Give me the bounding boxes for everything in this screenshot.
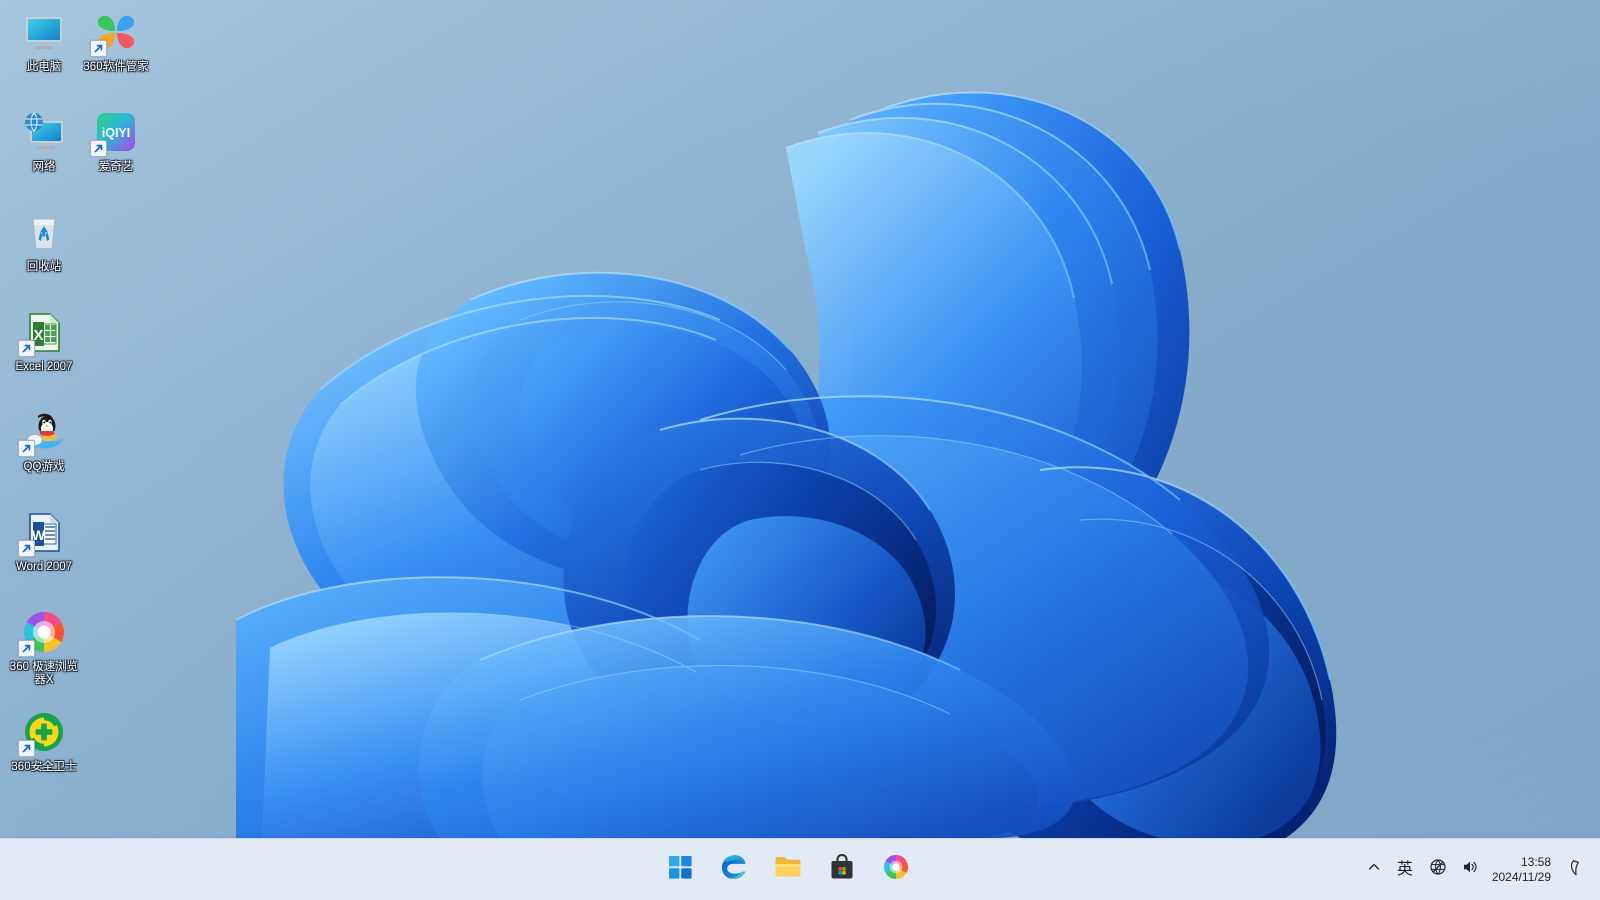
desktop-icon-label: 360 极速浏览器X: [9, 661, 79, 686]
desktop-icon-label: 360安全卫士: [11, 761, 77, 773]
edge-icon: [720, 853, 748, 886]
network-icon: [20, 108, 68, 156]
moon-icon: [1565, 859, 1582, 881]
globe-no-internet-icon: [1429, 858, 1447, 881]
360-browser-taskbar-button[interactable]: [876, 850, 916, 890]
desktop-icon-label: Word 2007: [15, 561, 73, 573]
desktop[interactable]: 此电脑 360软件管家 网络 iQIYI 爱奇艺 回收站 X Excel 200…: [0, 0, 1600, 900]
desktop-icon-label: 回收站: [26, 261, 62, 273]
speaker-icon: [1461, 858, 1479, 881]
taskbar-pinned-apps[interactable]: [660, 839, 916, 900]
360-safeguard-icon: [18, 708, 68, 757]
shortcut-overlay-icon: [90, 140, 107, 157]
desktop-icon-iqiyi[interactable]: iQIYI 爱奇艺: [78, 108, 154, 174]
edge-button[interactable]: [714, 850, 754, 890]
desktop-icon-grid[interactable]: 此电脑 360软件管家 网络 iQIYI 爱奇艺 回收站 X Excel 200…: [0, 0, 1600, 838]
system-tray[interactable]: 英 13:58 2024/11/29: [1360, 839, 1600, 900]
tray-overflow-button[interactable]: [1360, 850, 1388, 890]
desktop-icon-360-software-manager[interactable]: 360软件管家: [78, 8, 154, 74]
file-explorer-button[interactable]: [768, 850, 808, 890]
shortcut-overlay-icon: [90, 40, 107, 57]
shortcut-overlay-icon: [18, 740, 35, 757]
shortcut-overlay-icon: [18, 540, 35, 557]
360-browser-x-icon: [18, 608, 68, 657]
this-pc-icon: [20, 8, 68, 56]
desktop-icon-360-safeguard[interactable]: 360安全卫士: [6, 708, 82, 774]
shortcut-overlay-icon: [18, 440, 35, 457]
ime-indicator: 英: [1396, 860, 1413, 878]
tray-ime-button[interactable]: 英: [1388, 850, 1422, 890]
qq-games-icon: [18, 408, 68, 457]
taskbar-left-spacer: [0, 839, 660, 900]
recycle-bin-icon: [20, 208, 68, 256]
desktop-icon-label: Excel 2007: [15, 361, 73, 373]
folder-icon: [774, 854, 802, 885]
desktop-icon-label: 爱奇艺: [98, 161, 134, 173]
notification-center-button[interactable]: [1561, 850, 1590, 890]
desktop-icon-label: 此电脑: [26, 61, 62, 73]
desktop-icon-this-pc[interactable]: 此电脑: [6, 8, 82, 74]
store-icon: [829, 853, 855, 886]
desktop-icon-qq-games[interactable]: QQ游戏: [6, 408, 82, 474]
desktop-icon-excel-2007[interactable]: X Excel 2007: [6, 308, 82, 374]
taskbar[interactable]: 英 13:58 2024/11/29: [0, 838, 1600, 900]
desktop-icon-360-browser-x[interactable]: 360 极速浏览器X: [6, 608, 82, 687]
360-browser-x-icon: [883, 854, 909, 885]
tray-network-button[interactable]: [1422, 850, 1454, 890]
clock-and-date[interactable]: 13:58 2024/11/29: [1486, 850, 1561, 890]
iqiyi-icon: iQIYI: [90, 108, 140, 157]
shortcut-overlay-icon: [18, 340, 35, 357]
desktop-icon-recycle-bin[interactable]: 回收站: [6, 208, 82, 274]
desktop-icon-label: 网络: [32, 161, 56, 173]
svg-text:iQIYI: iQIYI: [102, 126, 130, 140]
microsoft-store-button[interactable]: [822, 850, 862, 890]
desktop-icon-network[interactable]: 网络: [6, 108, 82, 174]
desktop-icon-word-2007[interactable]: W Word 2007: [6, 508, 82, 574]
word-icon: W: [18, 508, 68, 557]
shortcut-overlay-icon: [18, 640, 35, 657]
excel-icon: X: [18, 308, 68, 357]
clock-time: 13:58: [1520, 854, 1551, 869]
desktop-icon-label: QQ游戏: [23, 461, 65, 473]
windows-logo-icon: [668, 855, 692, 884]
360-software-manager-icon: [90, 8, 140, 57]
start-button[interactable]: [660, 850, 700, 890]
tray-volume-button[interactable]: [1454, 850, 1486, 890]
chevron-up-icon: [1367, 860, 1381, 879]
clock-date: 2024/11/29: [1491, 869, 1551, 884]
desktop-icon-label: 360软件管家: [83, 61, 149, 73]
